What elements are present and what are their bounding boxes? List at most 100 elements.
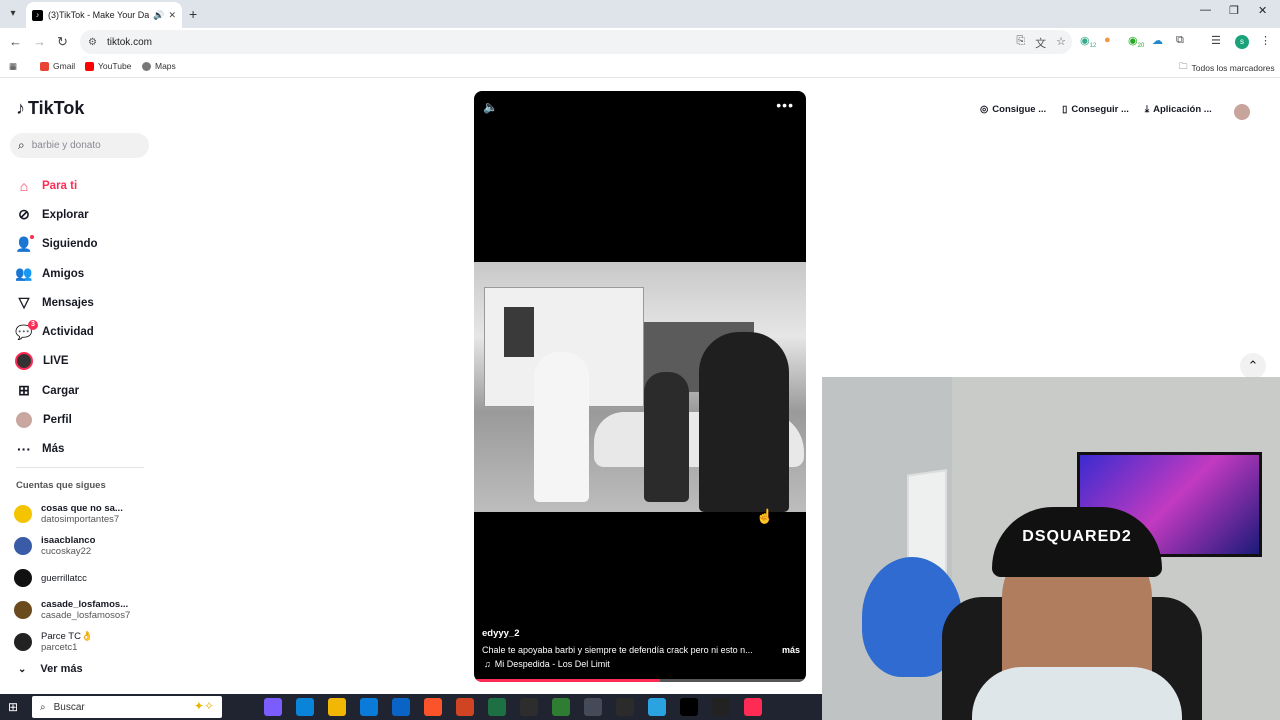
video-progress-bar[interactable] — [474, 679, 806, 682]
video-author[interactable]: edyyy_2 — [482, 628, 520, 639]
edge-icon[interactable] — [296, 698, 314, 716]
extension-2-icon[interactable]: ● — [1104, 34, 1111, 46]
top-actions: ◎ Consigue ... ▯ Conseguir ... ⤓ Aplicación… — [980, 104, 1212, 115]
list-item[interactable]: Parce TC👌 parcetc1 — [14, 626, 154, 658]
bookmark-youtube[interactable]: YouTube — [85, 61, 131, 71]
activity-badge: 3 — [28, 320, 38, 331]
search-icon: ⌕ — [40, 701, 46, 713]
all-bookmarks[interactable]: 🗀 Todos los marcadores — [1179, 61, 1275, 75]
restore-button[interactable]: ❐ — [1229, 4, 1239, 17]
extension-1-icon[interactable]: ◉12 — [1080, 34, 1096, 49]
translate-icon[interactable]: 文 — [1035, 35, 1046, 51]
sidebar-item-amigos[interactable]: 👥 Amigos — [14, 259, 164, 288]
sidebar-item-mensajes[interactable]: ▽ Mensajes — [14, 288, 164, 317]
reload-button[interactable]: ↻ — [57, 34, 68, 50]
video-player[interactable]: 🔈 ••• edyyy_2 Chale te apoyaba barbi y s… — [474, 91, 806, 682]
install-app-icon[interactable]: ⎘ — [1016, 35, 1025, 51]
more-options-icon[interactable]: ••• — [776, 97, 794, 113]
tiktok-logo[interactable]: ♪ TikTok — [16, 98, 84, 119]
sidebar-item-para-ti[interactable]: ⌂ Para ti — [14, 171, 164, 200]
browser-tab[interactable]: ♪ (3)TikTok - Make Your Day 🔊 ✕ — [26, 2, 182, 28]
address-bar[interactable]: ⚙ tiktok.com ⎘ 文 ☆ — [80, 30, 1072, 54]
brave-icon[interactable] — [424, 698, 442, 716]
sidebar-item-cargar[interactable]: ⊞ Cargar — [14, 376, 164, 405]
chrome-icon[interactable] — [552, 698, 570, 716]
new-dot — [30, 234, 34, 239]
taskbar-search[interactable]: ⌕ Buscar ✦✧ — [32, 696, 222, 718]
reading-list-icon[interactable]: ☰ — [1211, 34, 1221, 47]
youtube-icon — [85, 61, 94, 71]
search-input[interactable] — [31, 140, 132, 151]
back-button[interactable]: ← — [9, 34, 22, 49]
download-app-button[interactable]: ⤓ Aplicación ... — [1145, 104, 1212, 115]
list-item[interactable]: guerrillatcc — [14, 562, 154, 594]
terminal-icon[interactable] — [520, 698, 538, 716]
sidebar-item-live[interactable]: LIVE — [14, 347, 164, 376]
list-item[interactable]: casade_losfamos... casade_losfamosos7 — [14, 594, 154, 626]
sidebar-item-actividad[interactable]: 💬 3 Actividad — [14, 317, 164, 346]
sidebar-item-explorar[interactable]: ⊘ Explorar — [14, 200, 164, 229]
list-item[interactable]: cosas que no sa... datosimportantes7 — [14, 498, 154, 530]
profile-avatar[interactable]: s — [1235, 35, 1249, 49]
store-icon[interactable] — [360, 698, 378, 716]
excel-icon[interactable] — [488, 698, 506, 716]
caption-more-button[interactable]: más — [782, 645, 800, 655]
scroll-up-button[interactable]: ⌃ — [1240, 353, 1266, 379]
bookmark-gmail[interactable]: Gmail — [40, 61, 75, 71]
new-tab-button[interactable]: + — [189, 6, 197, 22]
apps-grid-icon[interactable]: ▦ — [9, 61, 17, 72]
davinci-icon[interactable] — [616, 698, 634, 716]
taskbar: ⊞ ⌕ Buscar ✦✧ — [0, 694, 822, 720]
hand-cursor-icon: ☝ — [756, 508, 774, 524]
bookmark-star-icon[interactable]: ☆ — [1056, 35, 1066, 51]
close-window-button[interactable]: ✕ — [1258, 4, 1267, 17]
tab-search-icon[interactable]: ▾ — [6, 7, 20, 21]
user-avatar[interactable] — [1234, 104, 1250, 120]
tab-strip: ▾ ♪ (3)TikTok - Make Your Day 🔊 ✕ + — ❐ … — [0, 0, 1280, 28]
forward-button[interactable]: → — [33, 34, 46, 49]
site-info-icon[interactable]: ⚙ — [88, 37, 97, 48]
video-person-3 — [699, 332, 789, 512]
webcam-overlay: DSQUARED2 — [822, 377, 1280, 720]
close-tab-icon[interactable]: ✕ — [168, 10, 176, 21]
task-view-icon[interactable] — [232, 698, 250, 716]
capcut-icon[interactable] — [680, 698, 698, 716]
get-app-button[interactable]: ▯ Conseguir ... — [1062, 104, 1129, 115]
bookmark-maps[interactable]: Maps — [142, 61, 176, 71]
video-frame — [474, 262, 806, 512]
send-icon: ▽ — [18, 294, 30, 311]
search-box[interactable]: ⌕ — [10, 133, 149, 158]
windows-start-icon[interactable]: ⊞ — [8, 700, 18, 714]
following-heading: Cuentas que sigues — [16, 480, 106, 491]
video-music[interactable]: ♫ Mi Despedida - Los Del Limit — [484, 659, 610, 669]
minimize-button[interactable]: — — [1200, 4, 1211, 16]
sidebar-item-perfil[interactable]: Perfil — [14, 405, 164, 434]
extension-3-icon[interactable]: ◉20 — [1128, 34, 1144, 49]
telegram-icon[interactable] — [648, 698, 666, 716]
music-note-icon: ♫ — [484, 659, 491, 669]
list-item[interactable]: isaacblanco cucoskay22 — [14, 530, 154, 562]
speaker-icon[interactable]: 🔊 — [153, 10, 164, 21]
cloud-extension-icon[interactable]: ☁ — [1152, 34, 1163, 47]
video-window — [504, 307, 534, 357]
sidebar-item-mas[interactable]: ··· Más — [14, 435, 164, 464]
cam-shirt — [972, 667, 1182, 720]
get-coins-button[interactable]: ◎ Consigue ... — [980, 104, 1046, 115]
tiktok-icon[interactable] — [744, 698, 762, 716]
tab-title: (3)TikTok - Make Your Day — [48, 10, 150, 20]
extensions-puzzle-icon[interactable]: ⧉ — [1176, 34, 1184, 47]
copilot-icon[interactable] — [264, 698, 282, 716]
capcut2-icon[interactable] — [712, 698, 730, 716]
outlook-icon[interactable] — [392, 698, 410, 716]
see-more-button[interactable]: ⌄ Ver más — [18, 663, 83, 675]
sidebar-item-siguiendo[interactable]: 👤 Siguiendo — [14, 230, 164, 259]
camera-icon[interactable] — [584, 698, 602, 716]
menu-kebab-icon[interactable]: ⋮ — [1260, 34, 1271, 47]
video-person-2 — [644, 372, 689, 502]
video-caption: Chale te apoyaba barbi y siempre te defe… — [482, 645, 800, 655]
volume-icon[interactable]: 🔈 — [483, 100, 498, 114]
phone-icon: ▯ — [1062, 104, 1068, 115]
coin-icon: ◎ — [980, 104, 989, 115]
powerpoint-icon[interactable] — [456, 698, 474, 716]
explorer-icon[interactable] — [328, 698, 346, 716]
